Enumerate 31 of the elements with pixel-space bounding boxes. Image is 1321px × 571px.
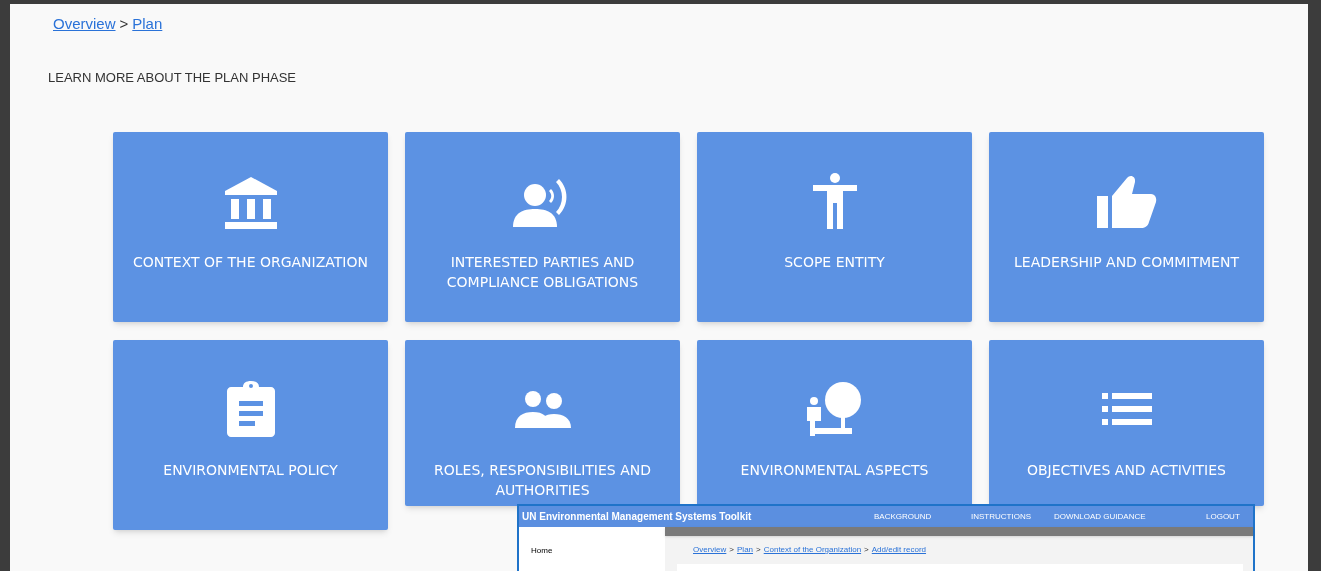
list-icon bbox=[1101, 393, 1152, 425]
breadcrumb-link[interactable]: Context of the Organization bbox=[763, 544, 862, 556]
two-people-icon bbox=[514, 390, 571, 428]
nav-link[interactable]: INSTRUCTIONS bbox=[971, 510, 1054, 523]
clipboard-icon bbox=[226, 381, 275, 437]
topic-tile[interactable]: ROLES, RESPONSIBILITIES AND AUTHORITIES bbox=[405, 340, 680, 506]
person-and-tree-icon bbox=[806, 382, 863, 436]
nav-link[interactable]: BACKGROUND bbox=[874, 510, 971, 523]
topic-tile[interactable]: SCOPE ENTITY bbox=[697, 132, 972, 322]
person-arms-out-icon bbox=[812, 173, 857, 229]
breadcrumb-separator: > bbox=[864, 544, 869, 556]
topic-tile[interactable]: LEADERSHIP AND COMMITMENT bbox=[989, 132, 1264, 322]
nav-link[interactable]: LOGOUT bbox=[1206, 510, 1246, 523]
breadcrumb-link[interactable]: Overview bbox=[53, 13, 116, 36]
topic-tile[interactable]: ENVIRONMENTAL ASPECTS bbox=[697, 340, 972, 506]
topic-tile[interactable]: OBJECTIVES AND ACTIVITIES bbox=[989, 340, 1264, 506]
section-heading: LEARN MORE ABOUT THE PLAN PHASE bbox=[47, 68, 298, 87]
breadcrumb-link[interactable]: Overview bbox=[693, 544, 727, 556]
sidebar-link[interactable]: Home bbox=[531, 545, 665, 557]
breadcrumb-separator: > bbox=[729, 544, 734, 556]
thumbs-up-icon bbox=[1096, 174, 1157, 228]
topic-tile[interactable]: ENVIRONMENTAL POLICY bbox=[113, 340, 388, 530]
topic-tile[interactable]: INTERESTED PARTIES AND COMPLIANCE OBLIGATIONS bbox=[405, 132, 680, 322]
breadcrumb-link[interactable]: Add/edit record bbox=[871, 544, 927, 556]
nav-link[interactable]: DOWNLOAD GUIDANCE bbox=[1054, 510, 1206, 523]
breadcrumb-link[interactable]: Plan bbox=[132, 13, 163, 36]
topic-tile[interactable]: CONTEXT OF THE ORGANIZATION bbox=[113, 132, 388, 322]
breadcrumb-link[interactable]: Plan bbox=[737, 544, 754, 556]
breadcrumb-separator: > bbox=[756, 544, 761, 556]
breadcrumb-separator: > bbox=[119, 14, 129, 34]
app-title: UN Environmental Management Systems Toolkit bbox=[522, 510, 753, 524]
